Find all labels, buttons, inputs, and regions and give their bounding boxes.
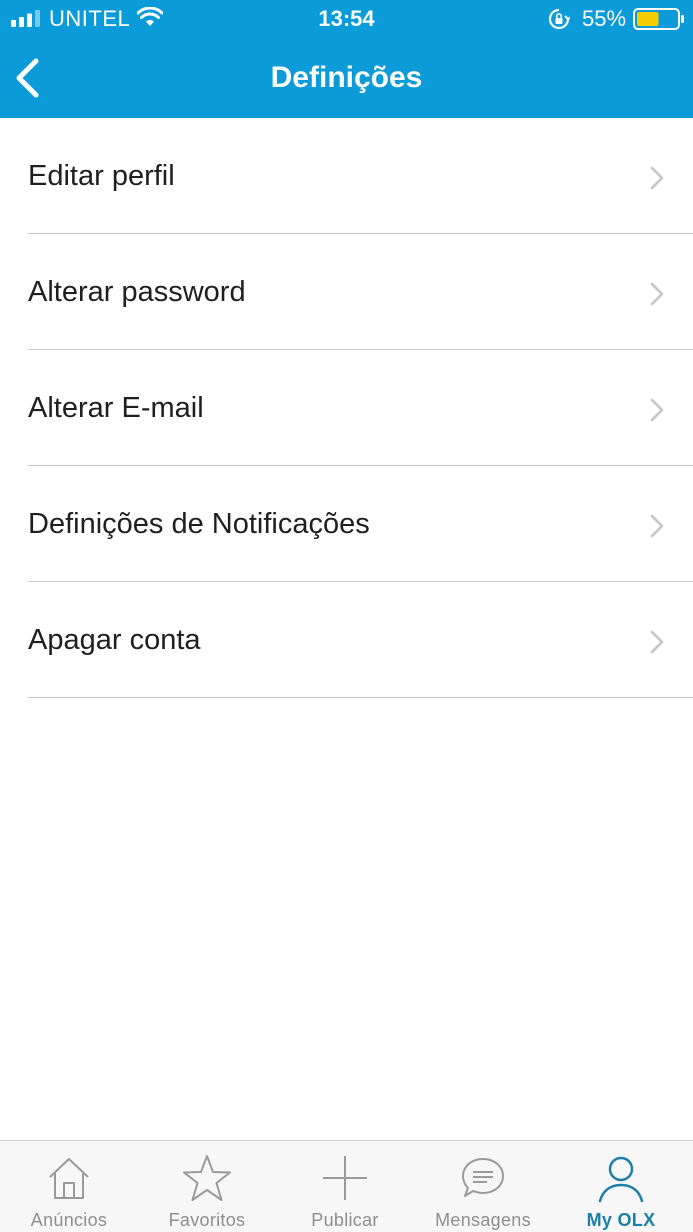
settings-list: Editar perfil Alterar password Alterar E… (0, 118, 693, 698)
page-title: Definições (270, 61, 423, 94)
chevron-right-icon (650, 282, 664, 306)
chevron-right-icon (650, 166, 664, 190)
divider (28, 697, 693, 698)
tab-bar: Anúncios Favoritos Publicar Mensagens My… (0, 1140, 693, 1232)
tab-label: Anúncios (30, 1210, 108, 1230)
plus-icon (323, 1156, 367, 1200)
tab-mensagens[interactable]: Mensagens (414, 1141, 552, 1232)
orientation-lock-icon (548, 8, 570, 30)
battery-icon (633, 8, 684, 30)
settings-item-change-password[interactable]: Alterar password (0, 234, 693, 350)
settings-item-notification-settings[interactable]: Definições de Notificações (0, 466, 693, 582)
tab-label: My OLX (586, 1210, 656, 1230)
user-icon (598, 1156, 644, 1203)
settings-item-label: Definições de Notificações (28, 508, 370, 540)
home-icon (49, 1158, 89, 1199)
tab-favoritos[interactable]: Favoritos (138, 1141, 276, 1232)
star-icon (183, 1155, 231, 1201)
chevron-right-icon (650, 630, 664, 654)
tab-label: Publicar (311, 1210, 379, 1230)
chevron-right-icon (650, 398, 664, 422)
settings-item-delete-account[interactable]: Apagar conta (0, 582, 693, 698)
chevron-right-icon (650, 514, 664, 538)
settings-screen: UNITEL 13:54 55% Definições Editar perfi… (0, 0, 693, 1232)
tab-label: Mensagens (435, 1210, 531, 1230)
tab-my-olx[interactable]: My OLX (552, 1141, 690, 1232)
settings-item-label: Apagar conta (28, 624, 201, 656)
tab-publicar[interactable]: Publicar (276, 1141, 414, 1232)
settings-item-label: Alterar password (28, 276, 246, 308)
tab-label: Favoritos (168, 1210, 246, 1230)
battery-percent: 55% (582, 6, 627, 31)
settings-item-change-email[interactable]: Alterar E-mail (0, 350, 693, 466)
settings-item-label: Alterar E-mail (28, 392, 204, 424)
settings-item-edit-profile[interactable]: Editar perfil (0, 118, 693, 234)
status-bar: UNITEL 13:54 55% (0, 0, 693, 38)
app-header: UNITEL 13:54 55% Definições (0, 0, 693, 118)
settings-item-label: Editar perfil (28, 160, 175, 192)
tab-anuncios[interactable]: Anúncios (0, 1141, 138, 1232)
chat-icon (462, 1158, 504, 1197)
